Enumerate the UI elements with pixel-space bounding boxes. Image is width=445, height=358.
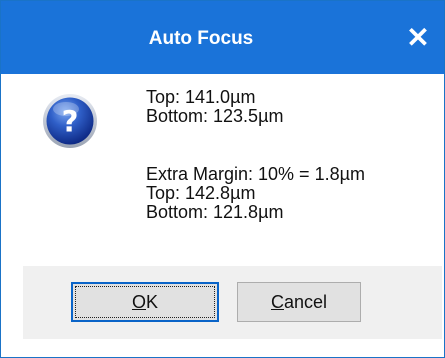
adjusted-summary: Extra Margin: 10% = 1.8µm Top: 142.8µm B… (146, 165, 365, 222)
adjusted-top-text: Top: 142.8µm (146, 183, 256, 203)
message-area: ? Top: 141.0µm Bottom: 123.5µm Extra Mar… (1, 74, 444, 266)
focus-ring (75, 286, 215, 318)
adjusted-bottom-text: Bottom: 121.8µm (146, 202, 284, 222)
cancel-button[interactable]: Cancel (237, 282, 361, 322)
dialog-title: Auto Focus (148, 28, 254, 49)
top-value-text: Top: 141.0µm (146, 87, 256, 107)
auto-focus-dialog: Auto Focus ✕ ? Top: 141.0µm Bottom: 123.… (0, 0, 445, 358)
ok-button[interactable]: OK (71, 282, 219, 322)
question-icon: ? (43, 94, 97, 148)
extra-margin-text: Extra Margin: 10% = 1.8µm (146, 164, 365, 184)
close-icon: ✕ (406, 22, 430, 53)
button-bar: OK Cancel (23, 266, 442, 339)
title-bar[interactable]: Auto Focus ✕ (1, 1, 444, 74)
measurement-summary: Top: 141.0µm Bottom: 123.5µm (146, 88, 283, 126)
cancel-mnemonic: C (270, 292, 284, 312)
bottom-value-text: Bottom: 123.5µm (146, 106, 284, 126)
question-glyph: ? (62, 105, 79, 139)
close-button[interactable]: ✕ (400, 20, 436, 56)
cancel-label-rest: ancel (283, 292, 328, 312)
